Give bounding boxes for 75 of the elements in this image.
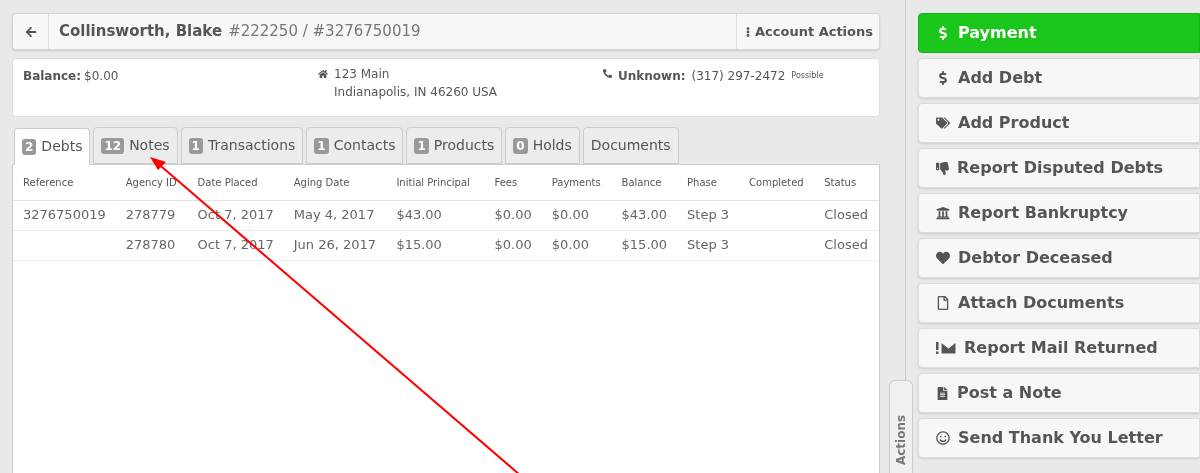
tags-icon	[936, 116, 950, 130]
phone-icon	[603, 69, 612, 78]
column-header: Completed	[739, 165, 815, 200]
table-cell: Closed	[824, 237, 868, 253]
table-cell: $43.00	[396, 207, 442, 223]
count-badge: 0	[513, 137, 528, 154]
thumbs-down-icon	[936, 161, 949, 175]
home-icon	[318, 69, 328, 79]
table-cell: Jun 26, 2017	[293, 237, 377, 253]
dollar-icon	[936, 26, 950, 40]
action-button[interactable]: Add Product	[918, 103, 1200, 143]
table-cell: Oct 7, 2017	[197, 207, 274, 223]
table-cell: 3276750019	[23, 207, 106, 223]
table-cell: May 4, 2017	[293, 207, 375, 223]
bank-icon	[936, 206, 950, 220]
balance-label: Balance:	[23, 68, 82, 85]
tab[interactable]: 0 Holds	[505, 127, 580, 164]
count-badge: 1	[414, 137, 429, 154]
column-header: Initial Principal	[386, 165, 485, 200]
column-header: Balance	[611, 165, 678, 200]
table-cell: Step 3	[687, 237, 730, 253]
count-badge: 12	[101, 137, 125, 154]
account-actions-button[interactable]: Account Actions	[736, 14, 879, 49]
tab[interactable]: 12 Notes	[93, 127, 178, 164]
table-cell: $0.00	[494, 237, 532, 253]
column-header: Date Placed	[187, 165, 284, 200]
action-button[interactable]: Report Mail Returned	[918, 328, 1200, 368]
tab[interactable]: 1 Transactions	[180, 127, 304, 164]
smiley-icon	[936, 431, 950, 445]
account-title: Collinsworth, Blake	[59, 21, 223, 43]
table-cell: 278780	[125, 237, 176, 253]
phone-number: (317) 297-2472	[691, 68, 786, 85]
table-cell: $0.00	[494, 207, 532, 223]
file-icon	[936, 296, 950, 310]
table-cell: $0.00	[551, 237, 589, 253]
phone-label: Unknown:	[618, 68, 686, 85]
account-numbers: #222250 / #3276750019	[228, 21, 421, 43]
tab[interactable]: Documents	[582, 127, 679, 164]
mail-alert-icon	[936, 342, 956, 354]
action-button[interactable]: Debtor Deceased	[918, 238, 1200, 278]
balance-value: $0.00	[84, 68, 119, 85]
action-button[interactable]: Add Debt	[918, 58, 1200, 98]
column-header: Aging Date	[283, 165, 387, 200]
count-badge: 2	[22, 138, 37, 155]
action-button[interactable]: Report Disputed Debts	[918, 148, 1200, 188]
column-header: Fees	[484, 165, 542, 200]
count-badge: 1	[188, 137, 203, 154]
actions-side-tab[interactable]: Actions	[889, 380, 913, 473]
tab[interactable]: 1 Contacts	[306, 127, 404, 164]
address-line: Indianapolis, IN 46260 USA	[334, 84, 498, 101]
back-arrow-icon	[24, 25, 37, 38]
tab[interactable]: 2 Debts	[14, 128, 91, 165]
tab[interactable]: 1 Products	[406, 127, 503, 164]
count-badge: 1	[314, 137, 329, 154]
action-button[interactable]: Attach Documents	[918, 283, 1200, 323]
column-header: Reference	[13, 165, 116, 200]
address-line: 123 Main	[334, 66, 391, 83]
table-cell: $43.00	[621, 207, 668, 223]
table-cell: Closed	[824, 207, 868, 223]
heart-icon	[936, 251, 950, 265]
table-cell: $0.00	[551, 207, 589, 223]
table-cell: $15.00	[621, 237, 668, 253]
column-header: Payments	[541, 165, 612, 200]
action-button[interactable]: Report Bankruptcy	[918, 193, 1200, 233]
column-header: Status	[814, 165, 879, 200]
table-cell: $15.00	[396, 237, 442, 253]
dollar-icon	[936, 71, 950, 85]
table-cell: 278779	[125, 207, 176, 223]
column-header: Agency ID	[115, 165, 188, 200]
action-button[interactable]: Send Thank You Letter	[918, 418, 1200, 458]
table-cell: Step 3	[687, 207, 730, 223]
action-button[interactable]: Post a Note	[918, 373, 1200, 413]
column-header: Phase	[677, 165, 740, 200]
note-icon	[936, 386, 949, 400]
phone-note: Possible	[791, 70, 824, 82]
